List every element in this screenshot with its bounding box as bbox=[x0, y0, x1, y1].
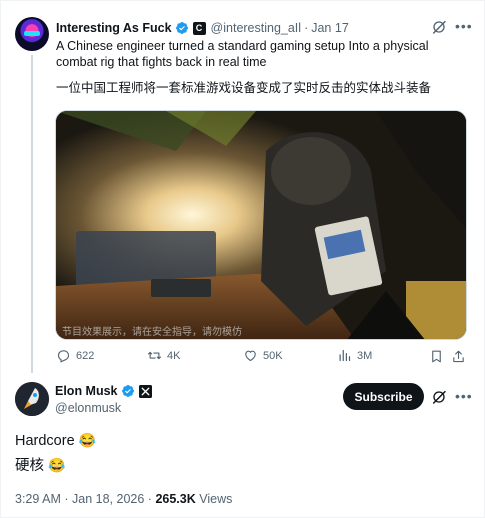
reply-views-count: 265.3K bbox=[155, 492, 196, 506]
author-handle[interactable]: @interesting_aIl bbox=[211, 21, 302, 35]
share-icon[interactable] bbox=[451, 349, 466, 364]
author-name[interactable]: Interesting As Fuck bbox=[56, 21, 172, 35]
reply-text-zh: 硬核 bbox=[15, 458, 44, 474]
bookmark-icon[interactable] bbox=[429, 349, 444, 364]
laughing-emoji-icon: 😂 bbox=[78, 432, 97, 448]
like-count: 50K bbox=[263, 349, 283, 362]
like-icon bbox=[245, 350, 256, 362]
rocket-avatar-icon bbox=[15, 382, 49, 416]
more-icon[interactable]: ••• bbox=[455, 18, 473, 34]
views-button[interactable]: 3M bbox=[337, 348, 372, 363]
reply-text-line2: 硬核 😂 bbox=[15, 455, 65, 476]
reply-views-label: Views bbox=[199, 492, 233, 506]
tweet-media-image[interactable]: 节目效果展示，请在安全指导，请勿模仿 bbox=[55, 110, 467, 340]
verified-badge-icon bbox=[175, 22, 188, 34]
parent-tweet-header: Interesting As Fuck C @interesting_aIl ·… bbox=[56, 20, 349, 36]
repost-icon bbox=[148, 351, 161, 360]
author-avatar[interactable] bbox=[15, 17, 49, 51]
repost-count: 4K bbox=[167, 349, 181, 362]
grok-icon[interactable] bbox=[431, 389, 447, 405]
separator: · bbox=[64, 492, 69, 506]
views-count: 3M bbox=[357, 349, 373, 362]
tweet-text-en: A Chinese engineer turned a standard gam… bbox=[56, 39, 429, 69]
media-caption: 节目效果展示，请在安全指导，请勿模仿 bbox=[62, 325, 242, 338]
reply-author-handle[interactable]: @elonmusk bbox=[55, 401, 121, 415]
tweet-date[interactable]: Jan 17 bbox=[311, 21, 349, 35]
reply-count: 622 bbox=[76, 349, 95, 362]
more-icon[interactable]: ••• bbox=[455, 388, 473, 404]
subscribe-button[interactable]: Subscribe bbox=[343, 383, 424, 410]
separator: · bbox=[147, 492, 152, 506]
reply-icon bbox=[57, 350, 70, 363]
verified-badge-icon bbox=[121, 385, 134, 397]
laughing-emoji-icon: 😂 bbox=[48, 457, 66, 473]
reply-button[interactable]: 622 bbox=[56, 348, 94, 363]
reply-author-avatar[interactable] bbox=[15, 382, 49, 416]
reply-meta: 3:29 AM · Jan 18, 2026 · 265.3K Views bbox=[15, 492, 232, 506]
tweet-actions-bar: 622 4K 50K 3M bbox=[56, 348, 466, 366]
repost-button[interactable]: 4K bbox=[147, 348, 180, 363]
reply-time[interactable]: 3:29 AM bbox=[15, 492, 61, 506]
x-affiliate-icon bbox=[138, 384, 152, 398]
reply-tweet-header: Elon Musk bbox=[55, 384, 152, 398]
grok-icon[interactable] bbox=[431, 19, 447, 35]
media-scene: 节目效果展示，请在安全指导，请勿模仿 bbox=[56, 111, 466, 339]
tweet-text-zh: 一位中国工程师将一套标准游戏设备变成了实时反击的实体战斗装备 bbox=[56, 81, 432, 95]
affiliate-badge: C bbox=[192, 21, 206, 35]
reply-text-en: Hardcore bbox=[15, 433, 75, 449]
views-icon bbox=[339, 349, 351, 362]
reply-date[interactable]: Jan 18, 2026 bbox=[72, 492, 144, 506]
separator: · bbox=[304, 21, 309, 35]
reply-text-line1: Hardcore 😂 bbox=[15, 430, 96, 451]
like-button[interactable]: 50K bbox=[243, 348, 283, 363]
reply-author-name[interactable]: Elon Musk bbox=[55, 384, 118, 398]
thread-line bbox=[31, 55, 33, 373]
